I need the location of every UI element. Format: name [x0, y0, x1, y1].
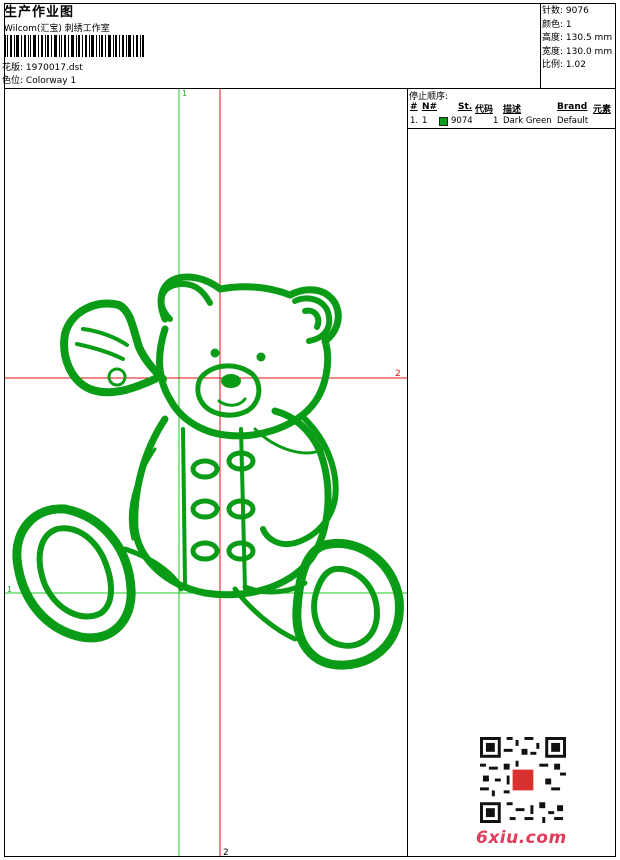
jacket-button-6	[226, 540, 256, 562]
bear-arm-button	[107, 367, 127, 387]
teddy-bear-embroidery	[12, 273, 404, 670]
jacket-button-5	[190, 540, 220, 562]
bear-arm-stitches	[75, 327, 129, 361]
colorway-label: 色位:	[2, 76, 24, 86]
stop-sequence-title: 停止顺序:	[409, 92, 449, 102]
stop-sequence-divider	[408, 128, 616, 129]
col-header-code: 代码	[475, 105, 494, 115]
jacket-button-1	[190, 458, 220, 480]
qr-center-logo	[512, 769, 534, 791]
col-header-brand: Brand	[557, 102, 588, 112]
thread-color-swatch	[439, 117, 448, 126]
row-num: 1.	[410, 116, 419, 126]
col-header-num: #	[410, 102, 418, 112]
design-file: 花版: 1970017.dst	[2, 60, 83, 73]
bear-left-foot-pad	[36, 525, 114, 620]
bear-right-foot-pad	[311, 565, 380, 649]
stop-sequence-header: # N# St. 代码 描述 Brand 元素	[409, 102, 616, 115]
bear-nose	[221, 374, 241, 388]
colorway: 色位: Colorway 1	[2, 73, 76, 86]
stat-scale: 比例: 1.02	[542, 60, 586, 70]
qr-code[interactable]	[480, 737, 566, 823]
bear-right-ear	[292, 295, 333, 344]
design-file-value: 1970017.dst	[25, 63, 83, 73]
row-brand: Default	[557, 116, 589, 126]
watermark-logo: 6xiu.com	[476, 828, 567, 848]
col-header-st: St.	[458, 102, 473, 112]
colorway-value: Colorway 1	[25, 76, 77, 86]
red-guide-bottom-label: 2	[223, 848, 229, 856]
stat-height: 高度: 130.5 mm	[542, 33, 613, 43]
row-code: 1	[493, 116, 499, 126]
stat-width: 宽度: 130.0 mm	[542, 46, 613, 57]
bear-mouth	[217, 397, 247, 407]
barcode	[4, 35, 144, 57]
col-header-desc: 描述	[503, 105, 522, 115]
red-guide-right-label: 2	[395, 369, 401, 379]
design-file-label: 花版:	[2, 63, 24, 73]
design-stats: 针数: 9076 颜色: 1 高度: 130.5 mm 宽度: 130.0 mm…	[542, 5, 612, 73]
embroidery-preview: 1 1 2 2	[5, 89, 407, 856]
bear-right-eye	[256, 352, 266, 362]
green-guide-top-label: 1	[182, 89, 187, 98]
row-no: 1	[422, 116, 428, 126]
col-header-no: N#	[422, 102, 438, 112]
stat-stitches: 针数: 9076	[542, 6, 589, 16]
studio-subtitle: Wilcom(汇宝) 刺绣工作室	[4, 24, 110, 34]
table-row[interactable]: 1. 1 9074 1 Dark Green Default	[409, 116, 616, 128]
green-guide-left-label: 1	[7, 585, 12, 594]
jacket-folds	[128, 427, 325, 541]
col-header-element: 元素	[593, 105, 612, 115]
bear-left-eye	[210, 348, 220, 358]
row-st: 9074	[451, 116, 473, 126]
design-canvas[interactable]: 1 1 2 2	[5, 89, 407, 856]
page-title: 生产作业图	[4, 5, 75, 20]
bear-raised-arm	[60, 299, 167, 397]
row-desc: Dark Green	[503, 116, 552, 126]
jacket-button-3	[190, 498, 220, 520]
stat-colors: 颜色: 1	[542, 19, 572, 30]
panel-divider	[407, 88, 408, 857]
header-divider	[540, 3, 541, 88]
bear-left-ear	[158, 280, 213, 322]
bear-muzzle	[195, 363, 262, 418]
